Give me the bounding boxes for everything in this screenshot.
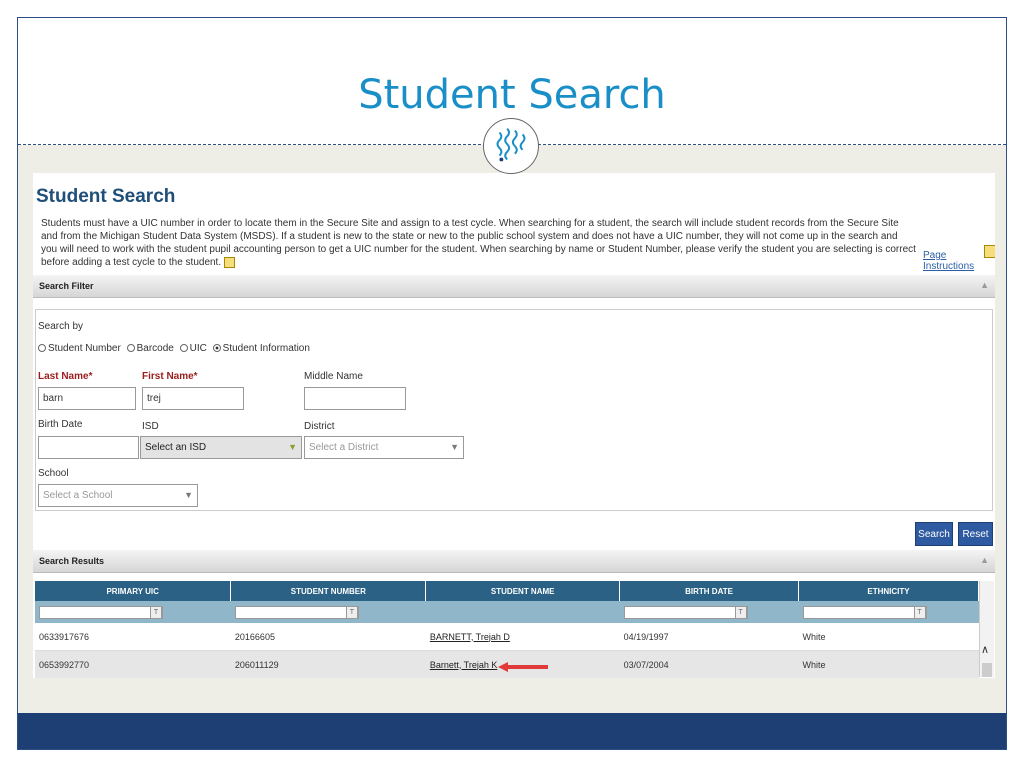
slide-frame: Student Search Student Search Students m… — [17, 17, 1007, 750]
filter-icon[interactable]: T — [150, 605, 162, 619]
middle-name-input[interactable] — [304, 387, 406, 410]
radio-student-number[interactable]: Student Number — [38, 343, 121, 354]
collapse-icon[interactable]: ▲ — [980, 555, 989, 565]
radio-icon — [179, 344, 188, 353]
first-name-label: First Name* — [142, 371, 198, 382]
isd-select[interactable]: Select an ISD ▼ — [140, 436, 302, 459]
scroll-thumb[interactable] — [982, 663, 992, 677]
isd-selected-value: Select an ISD — [145, 442, 207, 453]
edit-icon[interactable] — [984, 245, 995, 258]
column-header-birth-date[interactable]: BIRTH DATE — [619, 581, 800, 601]
pencil-icon — [224, 256, 236, 268]
filter-icon[interactable]: T — [345, 605, 358, 619]
student-search-panel: Student Search Students must have a UIC … — [33, 173, 995, 678]
cell-uic: 0653992770 — [35, 650, 231, 678]
school-label: School — [38, 468, 69, 479]
cell-birth-date: 03/07/2004 — [619, 650, 799, 678]
radio-student-information[interactable]: Student Information — [212, 343, 310, 354]
cell-ethnicity: White — [798, 623, 979, 651]
radio-icon — [126, 344, 135, 353]
column-header-student-name[interactable]: STUDENT NAME — [425, 581, 621, 601]
column-header-ethnicity[interactable]: ETHNICITY — [798, 581, 979, 601]
intro-text: Students must have a UIC number in order… — [41, 217, 916, 269]
search-filter-label: Search Filter — [39, 281, 94, 291]
dropdown-arrow-icon: ▼ — [450, 442, 459, 452]
cell-student-number: 206011129 — [230, 650, 426, 678]
radio-barcode[interactable]: Barcode — [126, 343, 174, 354]
red-arrow-pointer — [498, 662, 548, 672]
radio-selected-icon — [212, 344, 221, 353]
student-number-filter-input[interactable]: T — [234, 605, 359, 619]
wave-logo-icon — [483, 118, 539, 174]
first-name-input[interactable]: trej — [142, 387, 244, 410]
results-scrollbar[interactable]: ∧ — [979, 581, 994, 677]
table-header-row: PRIMARY UIC STUDENT NUMBER STUDENT NAME … — [35, 581, 979, 601]
uic-filter-input[interactable]: T — [39, 605, 163, 619]
birth-date-label: Birth Date — [38, 419, 83, 430]
dropdown-arrow-icon: ▼ — [288, 442, 297, 452]
column-header-primary-uic[interactable]: PRIMARY UIC — [35, 581, 232, 601]
search-results-bar[interactable]: Search Results ▲ — [33, 550, 995, 573]
cell-uic: 0633917676 — [35, 623, 231, 651]
middle-name-label: Middle Name — [304, 371, 363, 382]
isd-label: ISD — [142, 421, 159, 432]
collapse-icon[interactable]: ▲ — [980, 280, 989, 290]
reset-button[interactable]: Reset — [958, 522, 993, 546]
radio-uic[interactable]: UIC — [179, 343, 207, 354]
last-name-label: Last Name* — [38, 371, 93, 382]
school-placeholder: Select a School — [43, 490, 113, 501]
scroll-up-icon[interactable]: ∧ — [981, 643, 989, 656]
search-by-options: Student Number Barcode UIC Student Infor… — [38, 343, 313, 354]
birth-date-input[interactable] — [38, 436, 139, 459]
column-header-student-number[interactable]: STUDENT NUMBER — [230, 581, 427, 601]
cell-student-name: BARNETT, Trejah D — [425, 623, 620, 651]
page-title: Student Search — [36, 186, 176, 207]
search-filter-bar[interactable]: Search Filter ▲ — [33, 275, 995, 298]
search-button[interactable]: Search — [915, 522, 953, 546]
last-name-input[interactable]: barn — [38, 387, 136, 410]
slide-title: Student Search — [358, 72, 666, 118]
cell-student-number: 20166605 — [230, 623, 426, 651]
birth-date-filter-input[interactable]: T — [623, 605, 748, 619]
cell-birth-date: 04/19/1997 — [619, 623, 799, 651]
student-name-link[interactable]: BARNETT, Trejah D — [430, 632, 510, 642]
search-filter-box — [35, 309, 993, 511]
intro-paragraph: Students must have a UIC number in order… — [41, 218, 916, 268]
radio-icon — [38, 344, 46, 353]
search-results-label: Search Results — [39, 556, 105, 566]
district-select[interactable]: Select a District ▼ — [304, 436, 464, 459]
district-label: District — [304, 421, 335, 432]
district-placeholder: Select a District — [309, 442, 379, 453]
ethnicity-filter-input[interactable]: T — [802, 605, 927, 619]
dropdown-arrow-icon: ▼ — [184, 490, 193, 500]
filter-icon[interactable]: T — [734, 605, 747, 619]
filter-icon[interactable]: T — [913, 605, 926, 619]
student-name-link[interactable]: Barnett, Trejah K — [430, 660, 498, 670]
table-filter-row: T T T T — [35, 601, 979, 623]
cell-ethnicity: White — [798, 650, 979, 678]
search-by-label: Search by — [38, 321, 84, 332]
table-row[interactable]: 0633917676 20166605 BARNETT, Trejah D 04… — [35, 623, 979, 651]
school-select[interactable]: Select a School ▼ — [38, 484, 198, 507]
footer-bar — [18, 713, 1006, 749]
